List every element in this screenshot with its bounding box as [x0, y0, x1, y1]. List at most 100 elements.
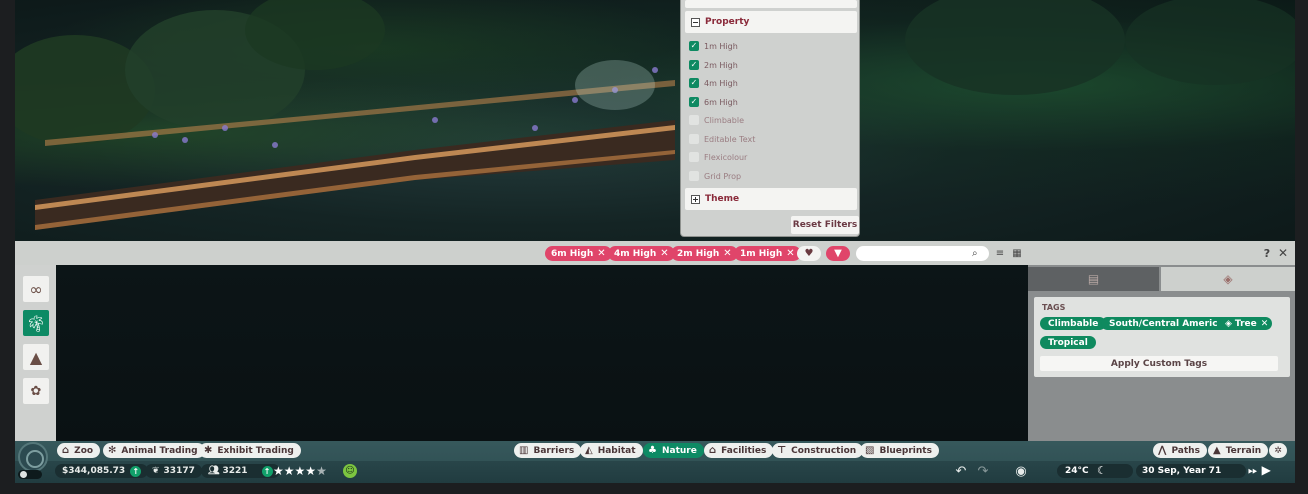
- paw-icon: ✻: [108, 445, 117, 456]
- button-label: Animal Trading: [121, 445, 198, 456]
- filter-label: Flexicolour: [704, 152, 748, 162]
- checkbox-unchecked-icon[interactable]: [689, 115, 699, 125]
- infinity-icon: ∞: [29, 279, 43, 299]
- main-menu-icon[interactable]: [18, 442, 48, 472]
- button-label: Blueprints: [879, 445, 932, 456]
- chip-2m-high[interactable]: 2m High ✕: [671, 246, 738, 261]
- chip-label: 4m High: [614, 248, 657, 259]
- collapsed-section-header[interactable]: [685, 0, 857, 8]
- temperature-display[interactable]: 24°C: [1057, 464, 1133, 478]
- temperature-value: 24°C: [1065, 466, 1089, 476]
- play-icon[interactable]: ▶: [1262, 463, 1271, 478]
- close-icon[interactable]: ✕: [786, 248, 794, 259]
- guests-value: 3221: [222, 466, 248, 476]
- button-label: Paths: [1171, 445, 1200, 456]
- button-label: Zoo: [74, 445, 94, 456]
- theme-section-header[interactable]: Theme: [685, 188, 857, 210]
- apply-custom-tags-button[interactable]: Apply Custom Tags: [1040, 356, 1278, 371]
- blueprints-button[interactable]: ▧ Blueprints: [860, 443, 939, 458]
- filter-flexicolour[interactable]: Flexicolour: [689, 150, 747, 164]
- expand-icon: [691, 194, 700, 204]
- mode-toggle[interactable]: [18, 470, 42, 479]
- filter-6m-high[interactable]: ✓ 6m High: [689, 95, 738, 109]
- checkbox-unchecked-icon[interactable]: [689, 134, 699, 144]
- item-grid[interactable]: [56, 265, 1028, 441]
- checkbox-checked-icon[interactable]: ✓: [689, 78, 699, 88]
- date-display[interactable]: 30 Sep, Year 71: [1136, 464, 1246, 478]
- scene-drawing: [15, 0, 1295, 230]
- game-viewport[interactable]: [15, 0, 1295, 241]
- barriers-button[interactable]: ▥ Barriers: [514, 443, 582, 458]
- tag-tree[interactable]: ◈ Tree ✕: [1217, 317, 1273, 330]
- arrow-up-icon: ↑: [261, 465, 273, 477]
- checkbox-unchecked-icon[interactable]: [689, 152, 699, 162]
- tab-rocks[interactable]: ▲: [23, 344, 49, 370]
- close-icon[interactable]: ✕: [723, 248, 731, 259]
- guests-display[interactable]: 👥︎ 3221 ↑: [201, 464, 280, 478]
- animal-trading-button[interactable]: ✻ Animal Trading: [103, 443, 205, 458]
- filter-climbable[interactable]: Climbable: [689, 113, 744, 127]
- terrain-button[interactable]: ▲ Terrain: [1208, 443, 1269, 458]
- sort-icon[interactable]: ≡: [994, 247, 1006, 259]
- tags-box: TAGS Climbable South/Central America ◈ T…: [1034, 297, 1290, 377]
- tab-description[interactable]: ▤: [1028, 267, 1159, 291]
- fence-icon: ✿: [30, 383, 42, 399]
- zoo-rating[interactable]: ★ ★ ★ ★ ★: [273, 464, 327, 478]
- favourite-button[interactable]: ♥: [797, 246, 821, 261]
- chip-4m-high[interactable]: 4m High ✕: [608, 246, 675, 261]
- tab-all[interactable]: ∞: [23, 276, 49, 302]
- chip-1m-high[interactable]: 1m High ✕: [734, 246, 801, 261]
- reset-filters-button[interactable]: Reset Filters: [791, 216, 859, 234]
- checkbox-unchecked-icon[interactable]: [689, 171, 699, 181]
- close-icon[interactable]: ✕: [597, 248, 605, 259]
- filter-4m-high[interactable]: ✓ 4m High: [689, 76, 738, 90]
- filter-label: Grid Prop: [704, 171, 742, 181]
- checkbox-checked-icon[interactable]: ✓: [689, 60, 699, 70]
- half-star-icon: ★: [316, 464, 327, 478]
- facilities-button[interactable]: ⌂ Facilities: [704, 443, 774, 458]
- camera-icon[interactable]: ◉: [1013, 463, 1029, 479]
- tag-south-central-america: South/Central America: [1101, 317, 1232, 330]
- bottom-toolbar: ⌂ Zoo ✻ Animal Trading ✱ Exhibit Trading ▥ B…: [15, 441, 1295, 483]
- theme-header-label: Theme: [705, 194, 740, 204]
- chip-label: 1m High: [740, 248, 783, 259]
- tab-plants[interactable]: ✿: [23, 378, 49, 404]
- filter-2m-high[interactable]: ✓ 2m High: [689, 58, 738, 72]
- settings-button[interactable]: ✲: [1269, 443, 1287, 458]
- button-label: Barriers: [533, 445, 575, 456]
- checkbox-checked-icon[interactable]: ✓: [689, 97, 699, 107]
- close-icon[interactable]: ✕: [660, 248, 668, 259]
- conservation-display[interactable]: ❦ 33177: [145, 464, 202, 478]
- money-value: $344,085.73: [62, 466, 126, 476]
- search-input[interactable]: [856, 246, 989, 261]
- leaf-icon: ❦: [152, 466, 160, 476]
- help-icon[interactable]: ?: [1261, 247, 1273, 260]
- search-icon[interactable]: ⌕: [972, 246, 984, 261]
- tab-tags[interactable]: ◈: [1161, 267, 1295, 291]
- checkbox-checked-icon[interactable]: ✓: [689, 41, 699, 51]
- money-display[interactable]: $344,085.73 ↑: [55, 464, 149, 478]
- nature-button[interactable]: ♣ Nature: [643, 443, 704, 458]
- tab-trees[interactable]: 🌴︎: [23, 310, 49, 336]
- close-icon[interactable]: ✕: [1261, 319, 1269, 329]
- happiness-icon[interactable]: ☺: [343, 464, 357, 478]
- filter-1m-high[interactable]: ✓ 1m High: [689, 39, 738, 53]
- undo-icon[interactable]: ↶: [953, 463, 969, 479]
- redo-icon[interactable]: ↷: [975, 463, 991, 479]
- filter-editable-text[interactable]: Editable Text: [689, 132, 755, 146]
- grid-view-icon[interactable]: ▦: [1011, 247, 1023, 259]
- property-section-header[interactable]: Property: [685, 11, 857, 33]
- filter-grid-prop[interactable]: Grid Prop: [689, 169, 741, 183]
- chip-6m-high[interactable]: 6m High ✕: [545, 246, 612, 261]
- construction-button[interactable]: ⊤ Construction: [772, 443, 864, 458]
- filter-toggle-button[interactable]: ▼: [826, 246, 850, 261]
- close-icon[interactable]: ✕: [1277, 246, 1289, 260]
- paths-button[interactable]: ⋀ Paths: [1153, 443, 1207, 458]
- zoo-button[interactable]: ⌂ Zoo: [57, 443, 101, 458]
- fast-forward-icon[interactable]: ⏩︎: [1248, 463, 1258, 478]
- filter-label: Climbable: [704, 115, 745, 125]
- habitat-button[interactable]: ◭ Habitat: [580, 443, 643, 458]
- button-label: Construction: [791, 445, 857, 456]
- exhibit-trading-button[interactable]: ✱ Exhibit Trading: [199, 443, 301, 458]
- collapse-icon: [691, 17, 700, 27]
